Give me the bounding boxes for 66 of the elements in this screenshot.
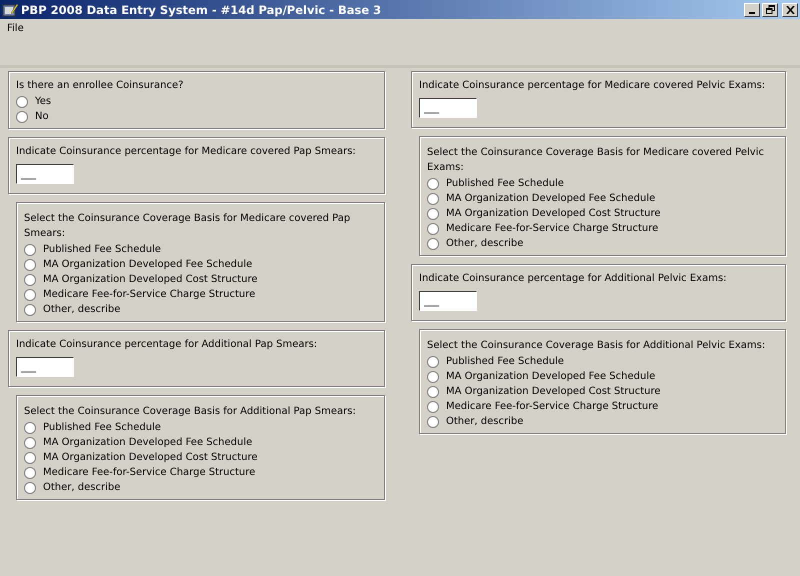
question-text: Indicate Coinsurance percentage for Additional Pelvic Exams:	[419, 272, 728, 286]
option-label: Published Fee Schedule	[446, 356, 564, 367]
close-button[interactable]	[782, 2, 798, 16]
radio-button[interactable]	[427, 416, 439, 428]
minimize-icon	[749, 12, 755, 14]
percentage-field[interactable]: ___	[419, 98, 477, 118]
option-label: Other, describe	[446, 416, 524, 427]
option-label: MA Organization Developed Cost Structure	[446, 208, 661, 219]
restore-icon	[766, 5, 774, 14]
radio-button[interactable]	[427, 386, 439, 398]
option-label: Medicare Fee-for-Service Charge Structure	[446, 401, 658, 412]
radio-button[interactable]	[24, 436, 36, 448]
question-text: Select the Coinsurance Coverage Basis for Additional Pelvic Exams:	[427, 339, 766, 353]
option-label: Medicare Fee-for-Service Charge Structure	[43, 289, 256, 300]
option-label: MA Organization Developed Fee Schedule	[43, 259, 252, 270]
radio-button[interactable]	[427, 400, 439, 412]
question-text: Select the Coinsurance Coverage Basis for Medicare covered Pap Smears:	[24, 212, 352, 241]
radio-button[interactable]	[24, 244, 36, 256]
radio-button[interactable]	[427, 208, 439, 220]
question-text: Indicate Coinsurance percentage for Medicare covered Pap Smears:	[16, 145, 357, 159]
window-title: PBP 2008 Data Entry System - #14d Pap/Pelvic - Base 3	[21, 2, 382, 16]
option-label: MA Organization Developed Cost Structure	[43, 274, 258, 285]
option-label: No	[35, 111, 49, 122]
radio-button[interactable]	[24, 258, 36, 270]
option-label: Other, describe	[446, 238, 524, 249]
radio-button[interactable]	[427, 178, 439, 190]
question-text: Indicate Coinsurance percentage for Additional Pap Smears:	[16, 338, 318, 352]
radio-button[interactable]	[427, 238, 439, 250]
radio-button[interactable]	[427, 222, 439, 234]
minimize-button[interactable]	[744, 2, 760, 16]
percentage-field[interactable]: ___	[419, 291, 477, 311]
radio-button[interactable]	[16, 110, 28, 122]
radio-button[interactable]	[16, 96, 28, 108]
question-text: Is there an enrollee Coinsurance?	[16, 79, 184, 93]
question-text: Select the Coinsurance Coverage Basis for Medicare covered Pelvic Exams:	[427, 146, 765, 175]
close-icon	[786, 6, 794, 14]
radio-button[interactable]	[24, 452, 36, 464]
option-label: Medicare Fee-for-Service Charge Structure	[446, 223, 658, 234]
percentage-field[interactable]: ___	[16, 164, 74, 184]
option-label: MA Organization Developed Fee Schedule	[43, 437, 252, 448]
option-label: Other, describe	[43, 304, 120, 315]
radio-button[interactable]	[24, 304, 36, 316]
radio-button[interactable]	[24, 482, 36, 494]
app-icon	[2, 2, 18, 18]
menu-item[interactable]: File	[6, 22, 25, 34]
option-label: MA Organization Developed Cost Structure	[43, 452, 258, 463]
radio-button[interactable]	[24, 466, 36, 478]
radio-button[interactable]	[24, 422, 36, 434]
option-label: Published Fee Schedule	[446, 178, 564, 189]
question-text: Select the Coinsurance Coverage Basis for Additional Pap Smears:	[24, 405, 357, 419]
option-label: MA Organization Developed Fee Schedule	[446, 371, 656, 382]
radio-button[interactable]	[427, 192, 439, 204]
option-label: Other, describe	[43, 482, 120, 493]
restore-button[interactable]	[762, 2, 778, 16]
option-label: Published Fee Schedule	[43, 422, 161, 433]
question-text: Indicate Coinsurance percentage for Medicare covered Pelvic Exams:	[419, 79, 766, 93]
option-label: MA Organization Developed Cost Structure	[446, 386, 661, 397]
radio-button[interactable]	[24, 274, 36, 286]
option-label: MA Organization Developed Fee Schedule	[446, 193, 656, 204]
option-label: Medicare Fee-for-Service Charge Structure	[43, 467, 256, 478]
radio-button[interactable]	[427, 370, 439, 382]
option-label: Yes	[35, 96, 52, 107]
option-label: Published Fee Schedule	[43, 244, 161, 255]
radio-button[interactable]	[24, 288, 36, 300]
radio-button[interactable]	[427, 356, 439, 368]
percentage-field[interactable]: ___	[16, 357, 74, 377]
